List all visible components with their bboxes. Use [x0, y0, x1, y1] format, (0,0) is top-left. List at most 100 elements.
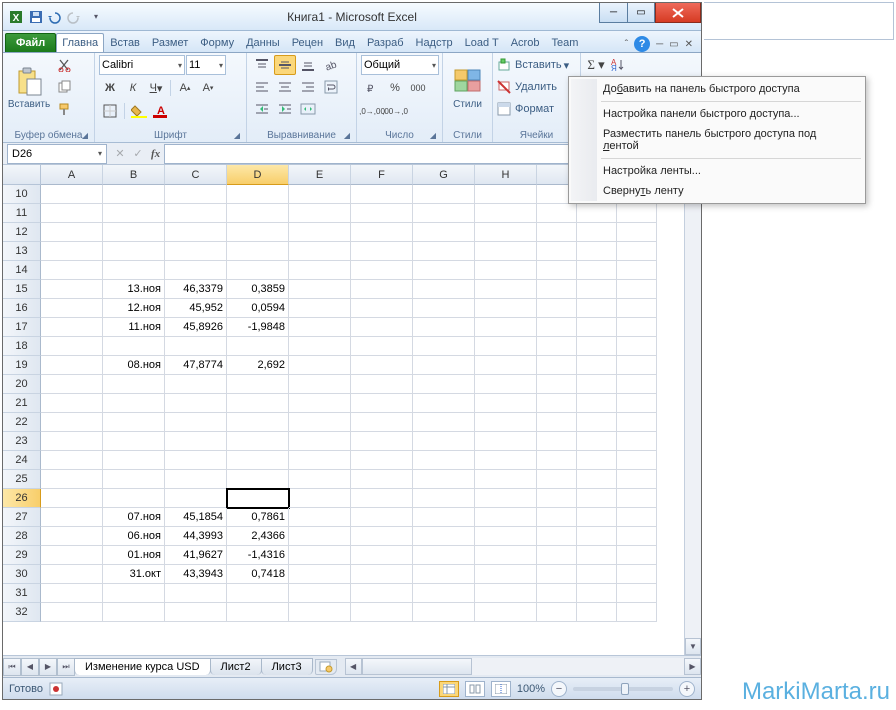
cell[interactable] — [227, 470, 289, 489]
ribbon-tab[interactable]: Acrob — [505, 33, 546, 52]
decrease-indent-icon[interactable] — [251, 99, 273, 119]
cell[interactable] — [227, 603, 289, 622]
cell[interactable] — [475, 394, 537, 413]
format-cells-button[interactable]: Формат — [497, 99, 554, 119]
wrap-text-icon[interactable] — [320, 77, 342, 97]
cell[interactable] — [351, 470, 413, 489]
sheet-nav-prev-icon[interactable]: ◀ — [21, 658, 39, 676]
cell[interactable] — [289, 546, 351, 565]
cell[interactable] — [165, 185, 227, 204]
cell[interactable] — [413, 432, 475, 451]
cell[interactable] — [351, 565, 413, 584]
cell[interactable] — [413, 394, 475, 413]
cell[interactable] — [537, 432, 577, 451]
cell[interactable] — [577, 356, 617, 375]
clipboard-launcher-icon[interactable]: ◢ — [80, 131, 90, 141]
cell[interactable] — [617, 337, 657, 356]
cell[interactable] — [475, 185, 537, 204]
cell[interactable] — [351, 508, 413, 527]
ribbon-tab[interactable]: Размет — [146, 33, 194, 52]
cell[interactable] — [617, 356, 657, 375]
cell[interactable] — [227, 204, 289, 223]
cell[interactable]: 0,7418 — [227, 565, 289, 584]
cell[interactable] — [227, 261, 289, 280]
cell[interactable] — [413, 185, 475, 204]
sheet-tab[interactable]: Лист3 — [261, 658, 313, 675]
cell[interactable] — [577, 546, 617, 565]
comma-style-icon[interactable]: 000 — [407, 78, 429, 98]
cell[interactable] — [617, 565, 657, 584]
doc-close-icon[interactable]: ✕ — [685, 39, 693, 50]
cell[interactable] — [351, 527, 413, 546]
redo-icon[interactable] — [67, 8, 85, 26]
fx-icon[interactable]: fx — [151, 148, 160, 160]
cell[interactable] — [41, 451, 103, 470]
cell[interactable] — [577, 280, 617, 299]
cell[interactable] — [41, 508, 103, 527]
cell[interactable]: -1,4316 — [227, 546, 289, 565]
styles-button[interactable]: Стили — [447, 55, 488, 121]
minimize-button[interactable]: ─ — [599, 3, 627, 23]
underline-icon[interactable]: Ч▾ — [145, 78, 167, 98]
row-header[interactable]: 22 — [3, 413, 41, 432]
cell[interactable] — [577, 394, 617, 413]
cell[interactable] — [41, 413, 103, 432]
cell[interactable] — [227, 337, 289, 356]
macro-record-icon[interactable] — [49, 682, 63, 696]
cell[interactable] — [165, 432, 227, 451]
cell[interactable] — [103, 375, 165, 394]
cell[interactable] — [165, 337, 227, 356]
cell[interactable] — [475, 527, 537, 546]
cell[interactable]: 07.ноя — [103, 508, 165, 527]
cell[interactable] — [103, 242, 165, 261]
ctx-add-to-qat[interactable]: Добавить на панель быстрого доступа — [571, 79, 863, 99]
cell[interactable] — [475, 603, 537, 622]
cell[interactable] — [617, 432, 657, 451]
ribbon-tab[interactable]: Team — [545, 33, 584, 52]
ribbon-tab[interactable]: Форму — [194, 33, 240, 52]
cell[interactable] — [351, 432, 413, 451]
zoom-in-icon[interactable]: + — [679, 681, 695, 697]
cell[interactable] — [577, 508, 617, 527]
decrease-decimal-icon[interactable]: ,00→,0 — [384, 101, 406, 121]
cell[interactable]: 31.окт — [103, 565, 165, 584]
row-header[interactable]: 26 — [3, 489, 41, 508]
row-header[interactable]: 27 — [3, 508, 41, 527]
cell[interactable] — [413, 356, 475, 375]
font-launcher-icon[interactable]: ◢ — [232, 131, 242, 141]
cell[interactable] — [41, 375, 103, 394]
copy-icon[interactable] — [54, 77, 76, 97]
cell[interactable] — [577, 223, 617, 242]
column-header[interactable]: B — [103, 165, 165, 185]
row-header[interactable]: 12 — [3, 223, 41, 242]
cell[interactable] — [103, 204, 165, 223]
cell[interactable]: 0,7861 — [227, 508, 289, 527]
cell[interactable] — [413, 337, 475, 356]
row-header[interactable]: 13 — [3, 242, 41, 261]
cell[interactable] — [577, 451, 617, 470]
ribbon-tab[interactable]: Рецен — [286, 33, 329, 52]
cell[interactable]: 43,3943 — [165, 565, 227, 584]
cell[interactable] — [103, 413, 165, 432]
cell[interactable] — [413, 204, 475, 223]
cell[interactable] — [227, 223, 289, 242]
italic-icon[interactable]: К — [122, 78, 144, 98]
number-format-combo[interactable]: Общий▾ — [361, 55, 439, 75]
row-header[interactable]: 31 — [3, 584, 41, 603]
cell[interactable] — [537, 375, 577, 394]
cell[interactable] — [103, 185, 165, 204]
cell[interactable] — [577, 261, 617, 280]
cell[interactable] — [617, 489, 657, 508]
cell[interactable] — [537, 470, 577, 489]
cell[interactable] — [165, 375, 227, 394]
cut-icon[interactable] — [54, 55, 76, 75]
cell[interactable] — [413, 375, 475, 394]
cell[interactable] — [289, 356, 351, 375]
cell[interactable] — [289, 318, 351, 337]
cell[interactable]: -1,9848 — [227, 318, 289, 337]
column-header[interactable]: A — [41, 165, 103, 185]
cell[interactable] — [289, 565, 351, 584]
cell[interactable] — [413, 603, 475, 622]
cell[interactable] — [41, 299, 103, 318]
page-break-view-icon[interactable] — [491, 681, 511, 697]
